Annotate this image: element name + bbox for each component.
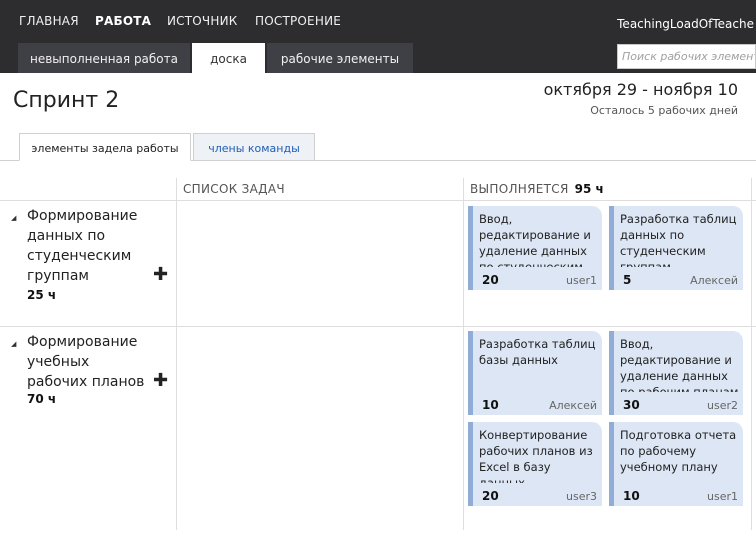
pivot-backlog-items[interactable]: элементы задела работы — [19, 133, 191, 161]
task-hours[interactable]: 10 — [623, 489, 640, 503]
add-task-icon[interactable]: ✚ — [153, 372, 168, 390]
nav-source[interactable]: ИСТОЧНИК — [167, 14, 237, 28]
project-name[interactable]: TeachingLoadOfTeache — [617, 17, 754, 31]
task-owner[interactable]: user3 — [566, 490, 597, 503]
task-hours[interactable]: 10 — [482, 398, 499, 412]
task-card[interactable]: Подготовка отчета по рабочему учебному п… — [609, 422, 743, 506]
task-owner[interactable]: Алексей — [549, 399, 597, 412]
nav-build[interactable]: ПОСТРОЕНИЕ — [255, 14, 341, 28]
task-card[interactable]: Разработка таблиц данных по студенческим… — [609, 206, 743, 290]
days-remaining: Осталось 5 рабочих дней — [590, 104, 738, 117]
task-card[interactable]: Конвертирование рабочих планов из Excel … — [468, 422, 602, 506]
task-owner[interactable]: user1 — [566, 274, 597, 287]
collapse-icon[interactable]: ◢ — [11, 340, 16, 348]
task-owner[interactable]: Алексей — [690, 274, 738, 287]
task-hours[interactable]: 5 — [623, 273, 631, 287]
task-title: Конвертирование рабочих планов из Excel … — [479, 428, 593, 483]
column-todo-header: СПИСОК ЗАДАЧ — [183, 182, 285, 196]
tab-work-items[interactable]: рабочие элементы — [267, 43, 413, 73]
sprint-title: Спринт 2 — [13, 88, 120, 113]
column-divider — [176, 178, 177, 530]
task-title: Ввод, редактирование и удаление данных п… — [479, 212, 591, 267]
task-title: Разработка таблиц базы данных — [479, 337, 596, 367]
task-title: Разработка таблиц данных по студенческим… — [620, 212, 737, 267]
task-title: Подготовка отчета по рабочему учебному п… — [620, 428, 737, 474]
story-title[interactable]: Формирование данных по студенческим груп… — [27, 206, 147, 286]
column-todo-label: СПИСОК ЗАДАЧ — [183, 182, 285, 196]
story-hours: 70 ч — [27, 392, 57, 406]
story-hours: 25 ч — [27, 288, 57, 302]
task-hours[interactable]: 20 — [482, 273, 499, 287]
column-in-progress-header: ВЫПОЛНЯЕТСЯ 95 ч — [470, 182, 604, 196]
header-divider — [0, 200, 756, 201]
column-in-progress-hours: 95 ч — [574, 182, 604, 196]
column-divider — [751, 178, 752, 530]
task-hours[interactable]: 30 — [623, 398, 640, 412]
add-task-icon[interactable]: ✚ — [153, 266, 168, 284]
collapse-icon[interactable]: ◢ — [11, 214, 16, 222]
column-divider — [463, 178, 464, 530]
task-owner[interactable]: user2 — [707, 399, 738, 412]
row-divider — [0, 326, 756, 327]
tab-backlog[interactable]: невыполненная работа — [18, 43, 190, 73]
nav-home[interactable]: ГЛАВНАЯ — [19, 14, 79, 28]
task-card[interactable]: Ввод, редактирование и удаление данных п… — [468, 206, 602, 290]
task-hours[interactable]: 20 — [482, 489, 499, 503]
sprint-dates: октября 29 - ноября 10 — [543, 80, 738, 99]
nav-work[interactable]: РАБОТА — [95, 14, 151, 28]
task-owner[interactable]: user1 — [707, 490, 738, 503]
tab-board[interactable]: доска — [192, 43, 265, 73]
story-title[interactable]: Формирование учебных рабочих планов — [27, 332, 147, 392]
pivot-team-members[interactable]: члены команды — [193, 133, 315, 161]
task-title: Ввод, редактирование и удаление данных п… — [620, 337, 739, 392]
task-card[interactable]: Разработка таблиц базы данных 10 Алексей — [468, 331, 602, 415]
search-input[interactable]: Поиск рабочих элементов — [617, 44, 756, 69]
task-card[interactable]: Ввод, редактирование и удаление данных п… — [609, 331, 743, 415]
column-in-progress-label: ВЫПОЛНЯЕТСЯ — [470, 182, 569, 196]
